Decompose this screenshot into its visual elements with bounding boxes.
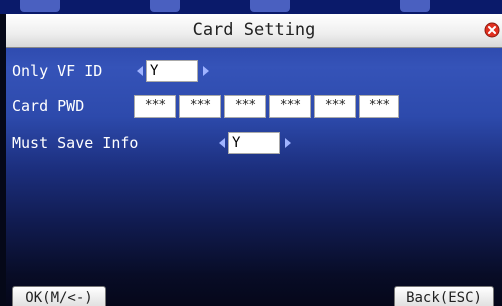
must-save-info-field[interactable]: Y — [228, 132, 280, 154]
top-strip — [0, 0, 502, 14]
card-pwd-label: Card PWD — [12, 97, 85, 115]
top-tab-decoration — [400, 0, 430, 12]
card-pwd-box-3[interactable]: *** — [224, 95, 266, 118]
top-tab-decoration — [250, 0, 290, 12]
card-pwd-box-2[interactable]: *** — [179, 95, 221, 118]
must-save-info-next-arrow-icon[interactable] — [285, 138, 291, 148]
must-save-info-prev-arrow-icon[interactable] — [219, 138, 225, 148]
must-save-info-label: Must Save Info — [12, 134, 139, 152]
title-bar: Card Setting — [6, 14, 502, 48]
back-button[interactable]: Back(ESC) — [394, 286, 494, 306]
card-pwd-box-4[interactable]: *** — [269, 95, 311, 118]
screen-left-border — [0, 14, 6, 306]
card-pwd-box-1[interactable]: *** — [134, 95, 176, 118]
ok-button[interactable]: OK(M/<-) — [12, 286, 106, 306]
only-vf-id-next-arrow-icon[interactable] — [203, 66, 209, 76]
only-vf-id-label: Only VF ID — [12, 62, 103, 80]
only-vf-id-field[interactable]: Y — [146, 60, 198, 82]
top-tab-decoration — [20, 0, 60, 12]
window-title: Card Setting — [192, 20, 316, 40]
card-pwd-box-5[interactable]: *** — [314, 95, 356, 118]
top-tab-decoration — [150, 0, 180, 12]
card-setting-screen: Card Setting Only VF ID Y Card PWD *** *… — [0, 0, 502, 306]
card-pwd-box-6[interactable]: *** — [359, 95, 399, 118]
close-icon[interactable] — [484, 22, 500, 38]
only-vf-id-prev-arrow-icon[interactable] — [137, 66, 143, 76]
